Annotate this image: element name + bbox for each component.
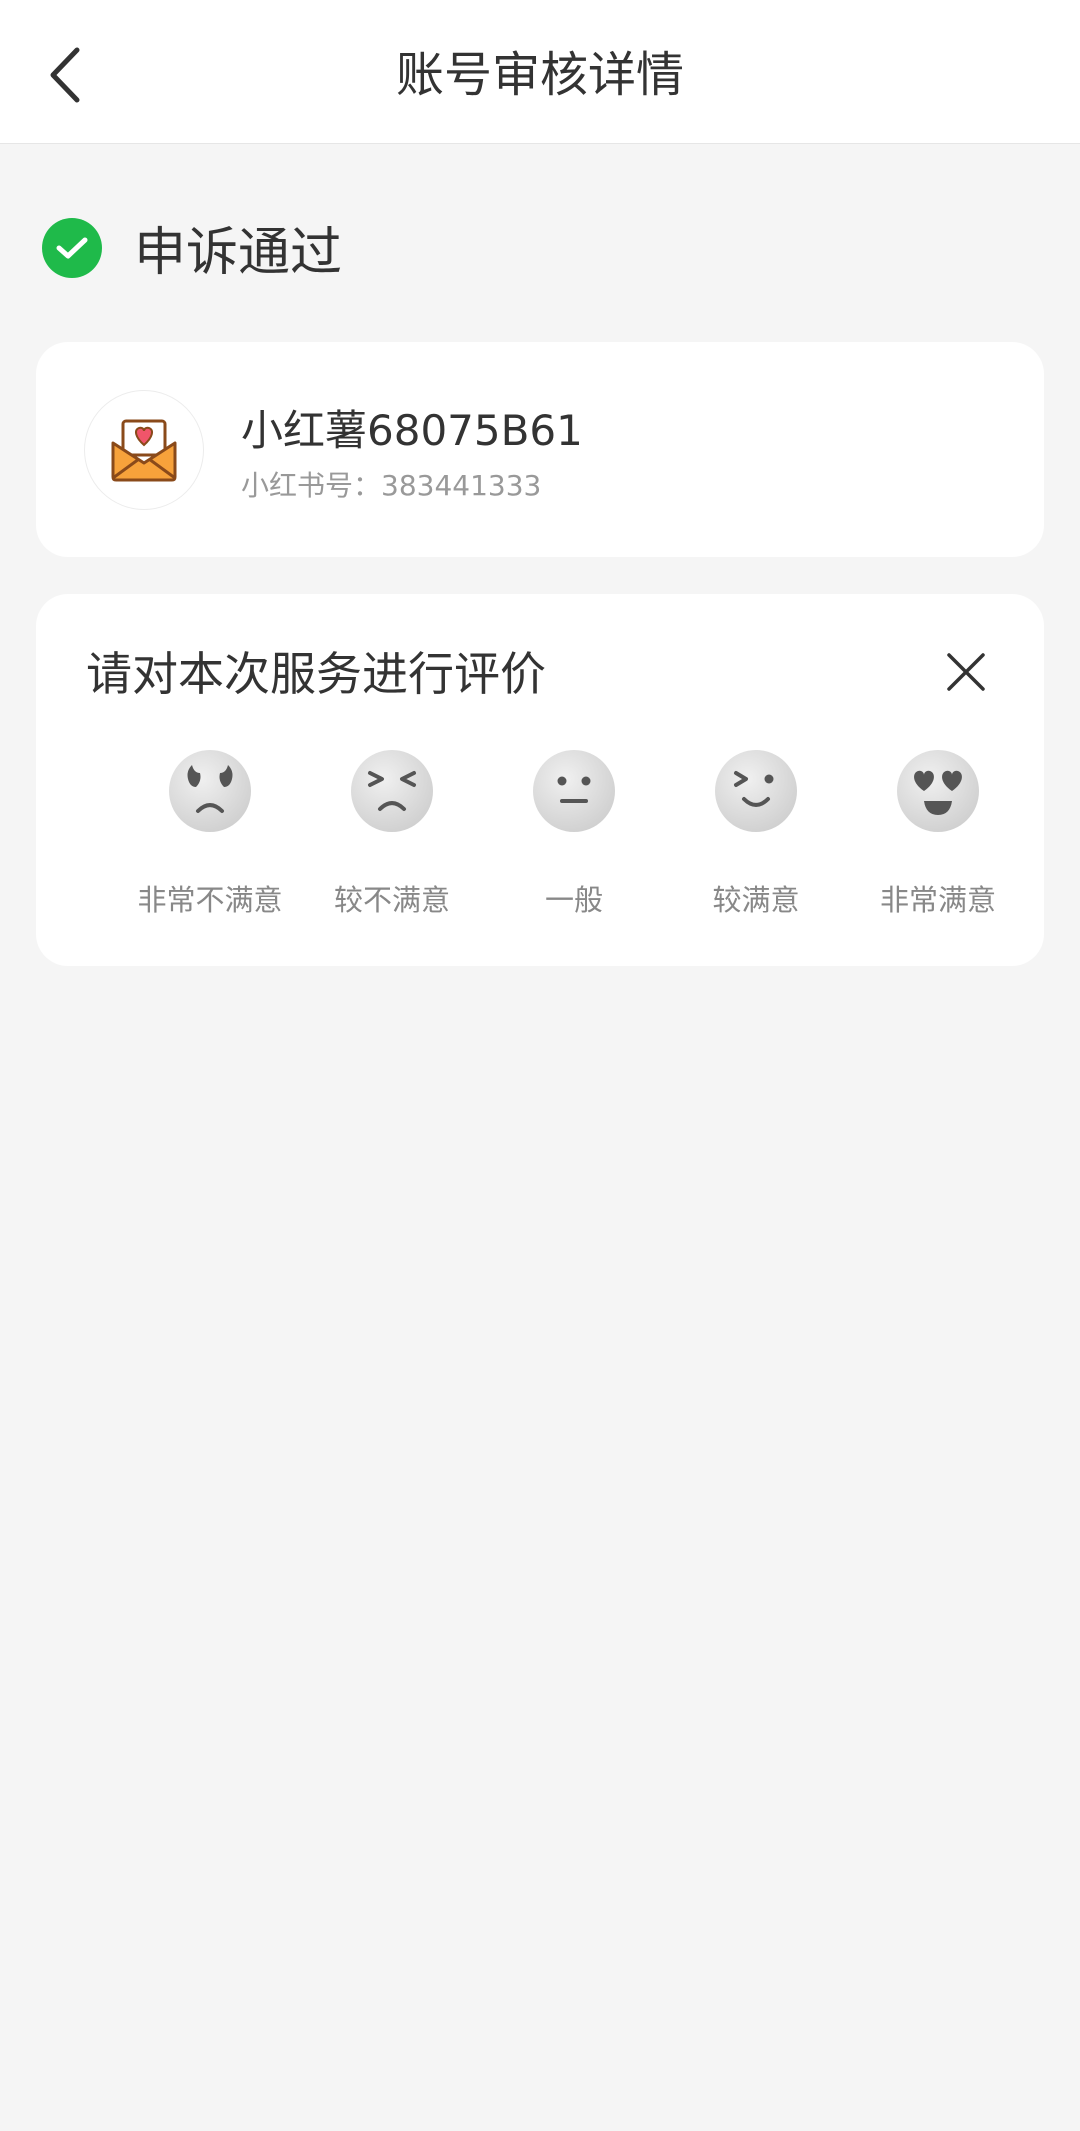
very-unsatisfied-face-icon bbox=[169, 750, 251, 832]
rating-option-neutral[interactable]: 一般 bbox=[484, 749, 664, 929]
envelope-heart-icon bbox=[111, 419, 177, 482]
rating-options: 非常不满意 较不满意 一般 较满意 非常满意 bbox=[36, 749, 1044, 929]
rating-option-satisfied[interactable]: 较满意 bbox=[666, 749, 846, 929]
top-bar: 账号审核详情 bbox=[0, 0, 1080, 144]
satisfied-face-icon bbox=[715, 750, 797, 832]
avatar bbox=[84, 390, 204, 510]
page-title: 账号审核详情 bbox=[395, 47, 684, 103]
check-circle-icon bbox=[42, 217, 102, 278]
account-name: 小红薯68075B61 bbox=[241, 406, 583, 455]
very-satisfied-face-icon bbox=[897, 750, 979, 832]
rating-option-unsatisfied[interactable]: 较不满意 bbox=[302, 749, 482, 929]
close-icon bbox=[947, 653, 985, 691]
rating-card: 请对本次服务进行评价 非常不满意 较不满意 一般 较满意 非常满意 bbox=[36, 594, 1044, 966]
neutral-face-icon bbox=[533, 750, 615, 832]
rating-label: 较满意 bbox=[712, 883, 800, 917]
appeal-status: 申诉通过 bbox=[42, 210, 342, 285]
unsatisfied-face-icon bbox=[351, 750, 433, 832]
account-id: 小红书号：383441333 bbox=[241, 469, 542, 502]
status-text: 申诉通过 bbox=[134, 223, 343, 283]
rating-label: 非常不满意 bbox=[137, 883, 283, 917]
rating-label: 非常满意 bbox=[879, 883, 996, 917]
close-button[interactable] bbox=[940, 646, 992, 698]
account-card: 小红薯68075B61 小红书号：383441333 bbox=[36, 342, 1044, 557]
rating-option-very-satisfied[interactable]: 非常满意 bbox=[848, 749, 1028, 929]
rating-title: 请对本次服务进行评价 bbox=[86, 647, 546, 701]
rating-label: 较不满意 bbox=[333, 883, 450, 917]
rating-label: 一般 bbox=[544, 883, 603, 917]
rating-option-very-unsatisfied[interactable]: 非常不满意 bbox=[120, 749, 300, 929]
